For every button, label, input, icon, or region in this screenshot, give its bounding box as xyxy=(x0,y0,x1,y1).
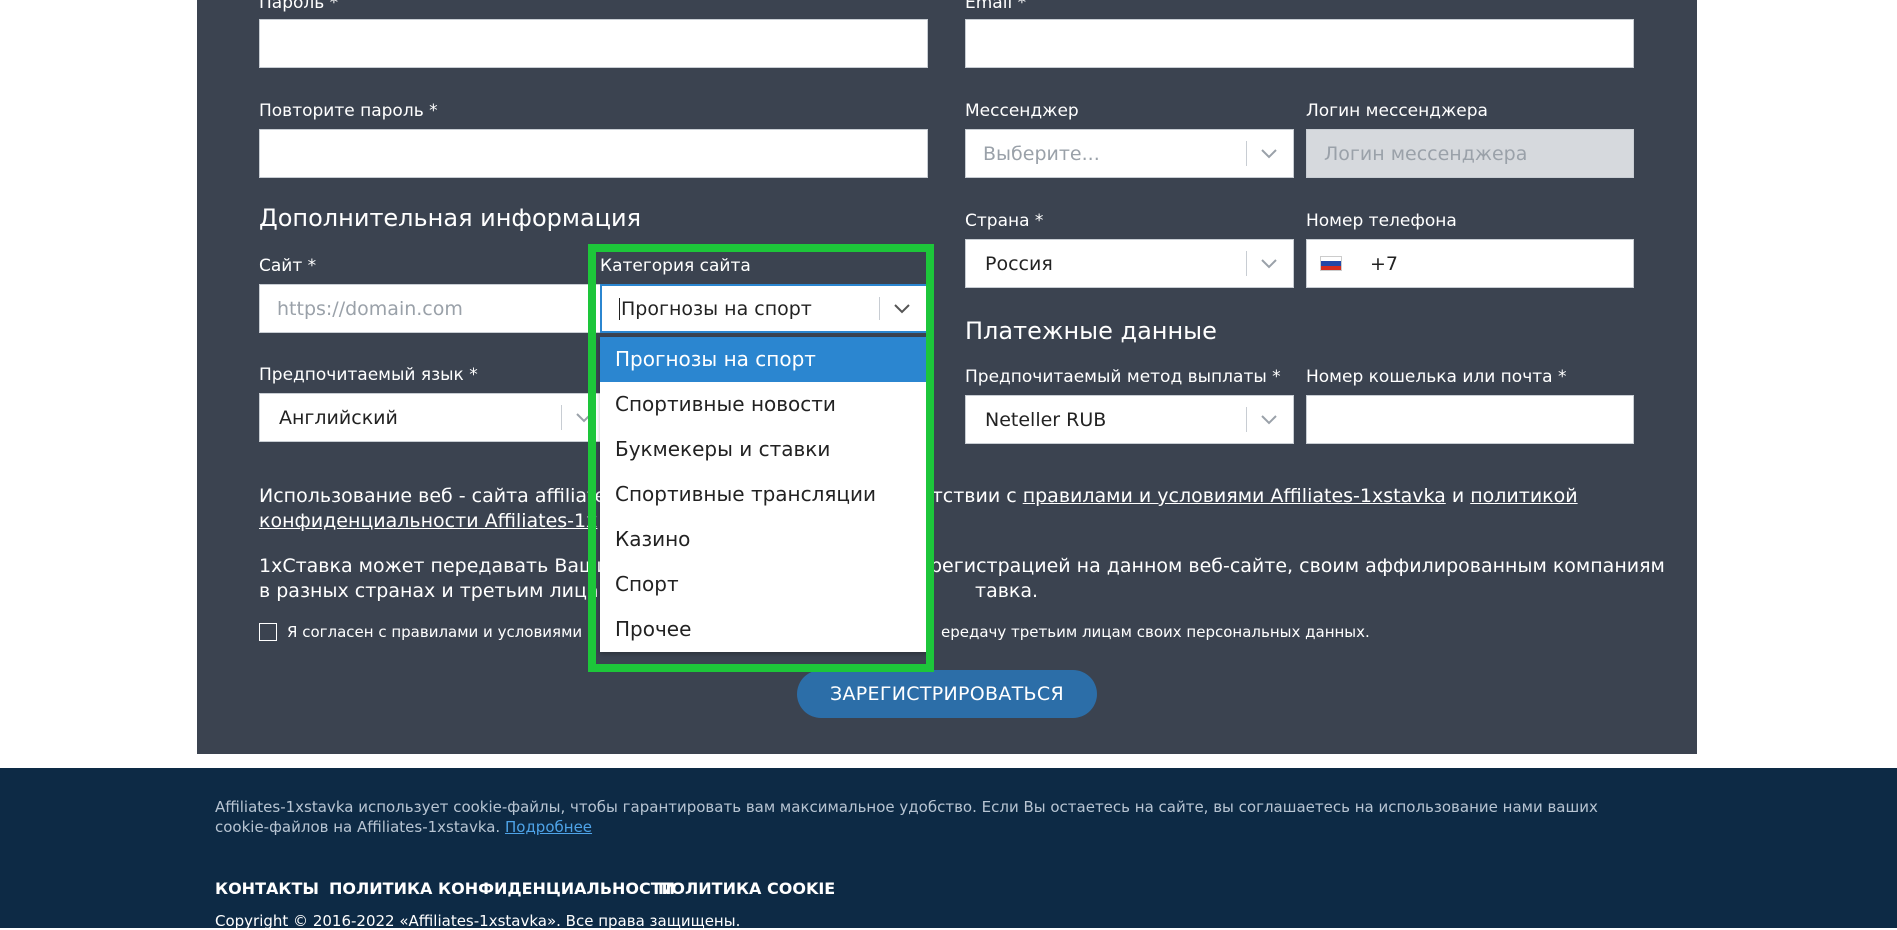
wallet-label: Номер кошелька или почта * xyxy=(1306,367,1567,387)
password-field[interactable] xyxy=(259,19,928,68)
consent-text-right: ередачу третьим лицам своих персональных… xyxy=(941,623,1370,641)
privacy-policy-link[interactable]: политикой xyxy=(1470,485,1577,507)
site-category-value: Прогнозы на спорт xyxy=(619,297,812,320)
password-label: Пароль * xyxy=(259,0,339,13)
payout-method-label: Предпочитаемый метод выплаты * xyxy=(965,367,1281,387)
chevron-down-icon[interactable] xyxy=(1259,258,1279,270)
consent-text-left: Я согласен с правилами и условиями и xyxy=(287,623,597,641)
repeat-password-field[interactable] xyxy=(259,129,928,178)
data-transfer-text-left: 1хСтавка может передавать Ваши в разных … xyxy=(259,555,613,602)
payment-title: Платежные данные xyxy=(965,317,1217,345)
wallet-field[interactable] xyxy=(1306,395,1634,444)
copyright: Copyright © 2016-2022 «Affiliates-1xstav… xyxy=(215,912,741,930)
dropdown-option[interactable]: Спортивные трансляции xyxy=(600,472,928,517)
country-value: Россия xyxy=(985,252,1053,275)
country-select[interactable]: Россия xyxy=(965,239,1294,288)
footer xyxy=(0,768,1897,928)
dropdown-option[interactable]: Букмекеры и ставки xyxy=(600,427,928,472)
payout-method-select[interactable]: Neteller RUB xyxy=(965,395,1294,444)
data-transfer-text-right: регистрацией на данном веб-сайте, своим … xyxy=(930,555,1665,602)
terms-text-left: Использование веб - сайта affiliates кон… xyxy=(259,485,617,532)
payout-method-value: Neteller RUB xyxy=(985,408,1107,431)
phone-label: Номер телефона xyxy=(1306,211,1457,231)
email-label: Email * xyxy=(965,0,1027,13)
messenger-login-label: Логин мессенджера xyxy=(1306,101,1488,121)
site-category-dropdown: Прогнозы на спорт Спортивные новости Бук… xyxy=(600,337,928,652)
site-placeholder: https://domain.com xyxy=(277,297,463,320)
additional-info-title: Дополнительная информация xyxy=(259,204,642,232)
chevron-down-icon[interactable] xyxy=(1259,148,1279,160)
messenger-label: Мессенджер xyxy=(965,101,1079,121)
chevron-down-icon[interactable] xyxy=(892,303,912,315)
russia-flag-icon[interactable] xyxy=(1320,256,1342,271)
footer-link-cookie[interactable]: ПОЛИТИКА COOKIE xyxy=(658,879,835,898)
dropdown-option[interactable]: Прогнозы на спорт xyxy=(600,337,928,382)
site-category-label: Категория сайта xyxy=(600,256,751,276)
footer-link-contacts[interactable]: КОНТАКТЫ xyxy=(215,879,319,898)
language-value: Английский xyxy=(279,406,398,429)
country-label: Страна * xyxy=(965,211,1044,231)
messenger-login-placeholder: Логин мессенджера xyxy=(1324,142,1528,165)
dropdown-option[interactable]: Спортивные новости xyxy=(600,382,928,427)
chevron-down-icon[interactable] xyxy=(1259,414,1279,426)
chevron-down-icon[interactable] xyxy=(574,412,594,424)
messenger-select[interactable]: Выберите... xyxy=(965,129,1294,178)
terms-text-right: етствии с правилами и условиями Affiliat… xyxy=(920,485,1578,507)
dropdown-option[interactable]: Прочее xyxy=(600,607,928,652)
site-field[interactable]: https://domain.com xyxy=(259,284,609,333)
dropdown-option[interactable]: Казино xyxy=(600,517,928,562)
phone-field[interactable]: +7 xyxy=(1306,239,1634,288)
language-select[interactable]: Английский xyxy=(259,393,609,442)
register-button[interactable]: ЗАРЕГИСТРИРОВАТЬСЯ xyxy=(797,670,1097,718)
footer-link-privacy[interactable]: ПОЛИТИКА КОНФИДЕНЦИАЛЬНОСТИ xyxy=(329,879,675,898)
cookie-notice: Affiliates-1xstavka использует cookie-фа… xyxy=(215,798,1598,836)
messenger-login-field: Логин мессенджера xyxy=(1306,129,1634,178)
phone-value: +7 xyxy=(1370,252,1399,275)
site-category-select[interactable]: Прогнозы на спорт xyxy=(600,284,928,333)
repeat-password-label: Повторите пароль * xyxy=(259,101,438,121)
email-field[interactable] xyxy=(965,19,1634,68)
privacy-policy-link-part[interactable]: конфиденциальности Affiliates-1x xyxy=(259,510,597,532)
messenger-placeholder: Выберите... xyxy=(983,142,1100,165)
terms-link[interactable]: правилами и условиями Affiliates-1xstavk… xyxy=(1023,485,1446,507)
dropdown-option[interactable]: Спорт xyxy=(600,562,928,607)
language-label: Предпочитаемый язык * xyxy=(259,365,478,385)
cookie-more-link[interactable]: Подробнее xyxy=(505,818,592,836)
consent-checkbox[interactable] xyxy=(259,623,277,641)
site-label: Сайт * xyxy=(259,256,317,276)
